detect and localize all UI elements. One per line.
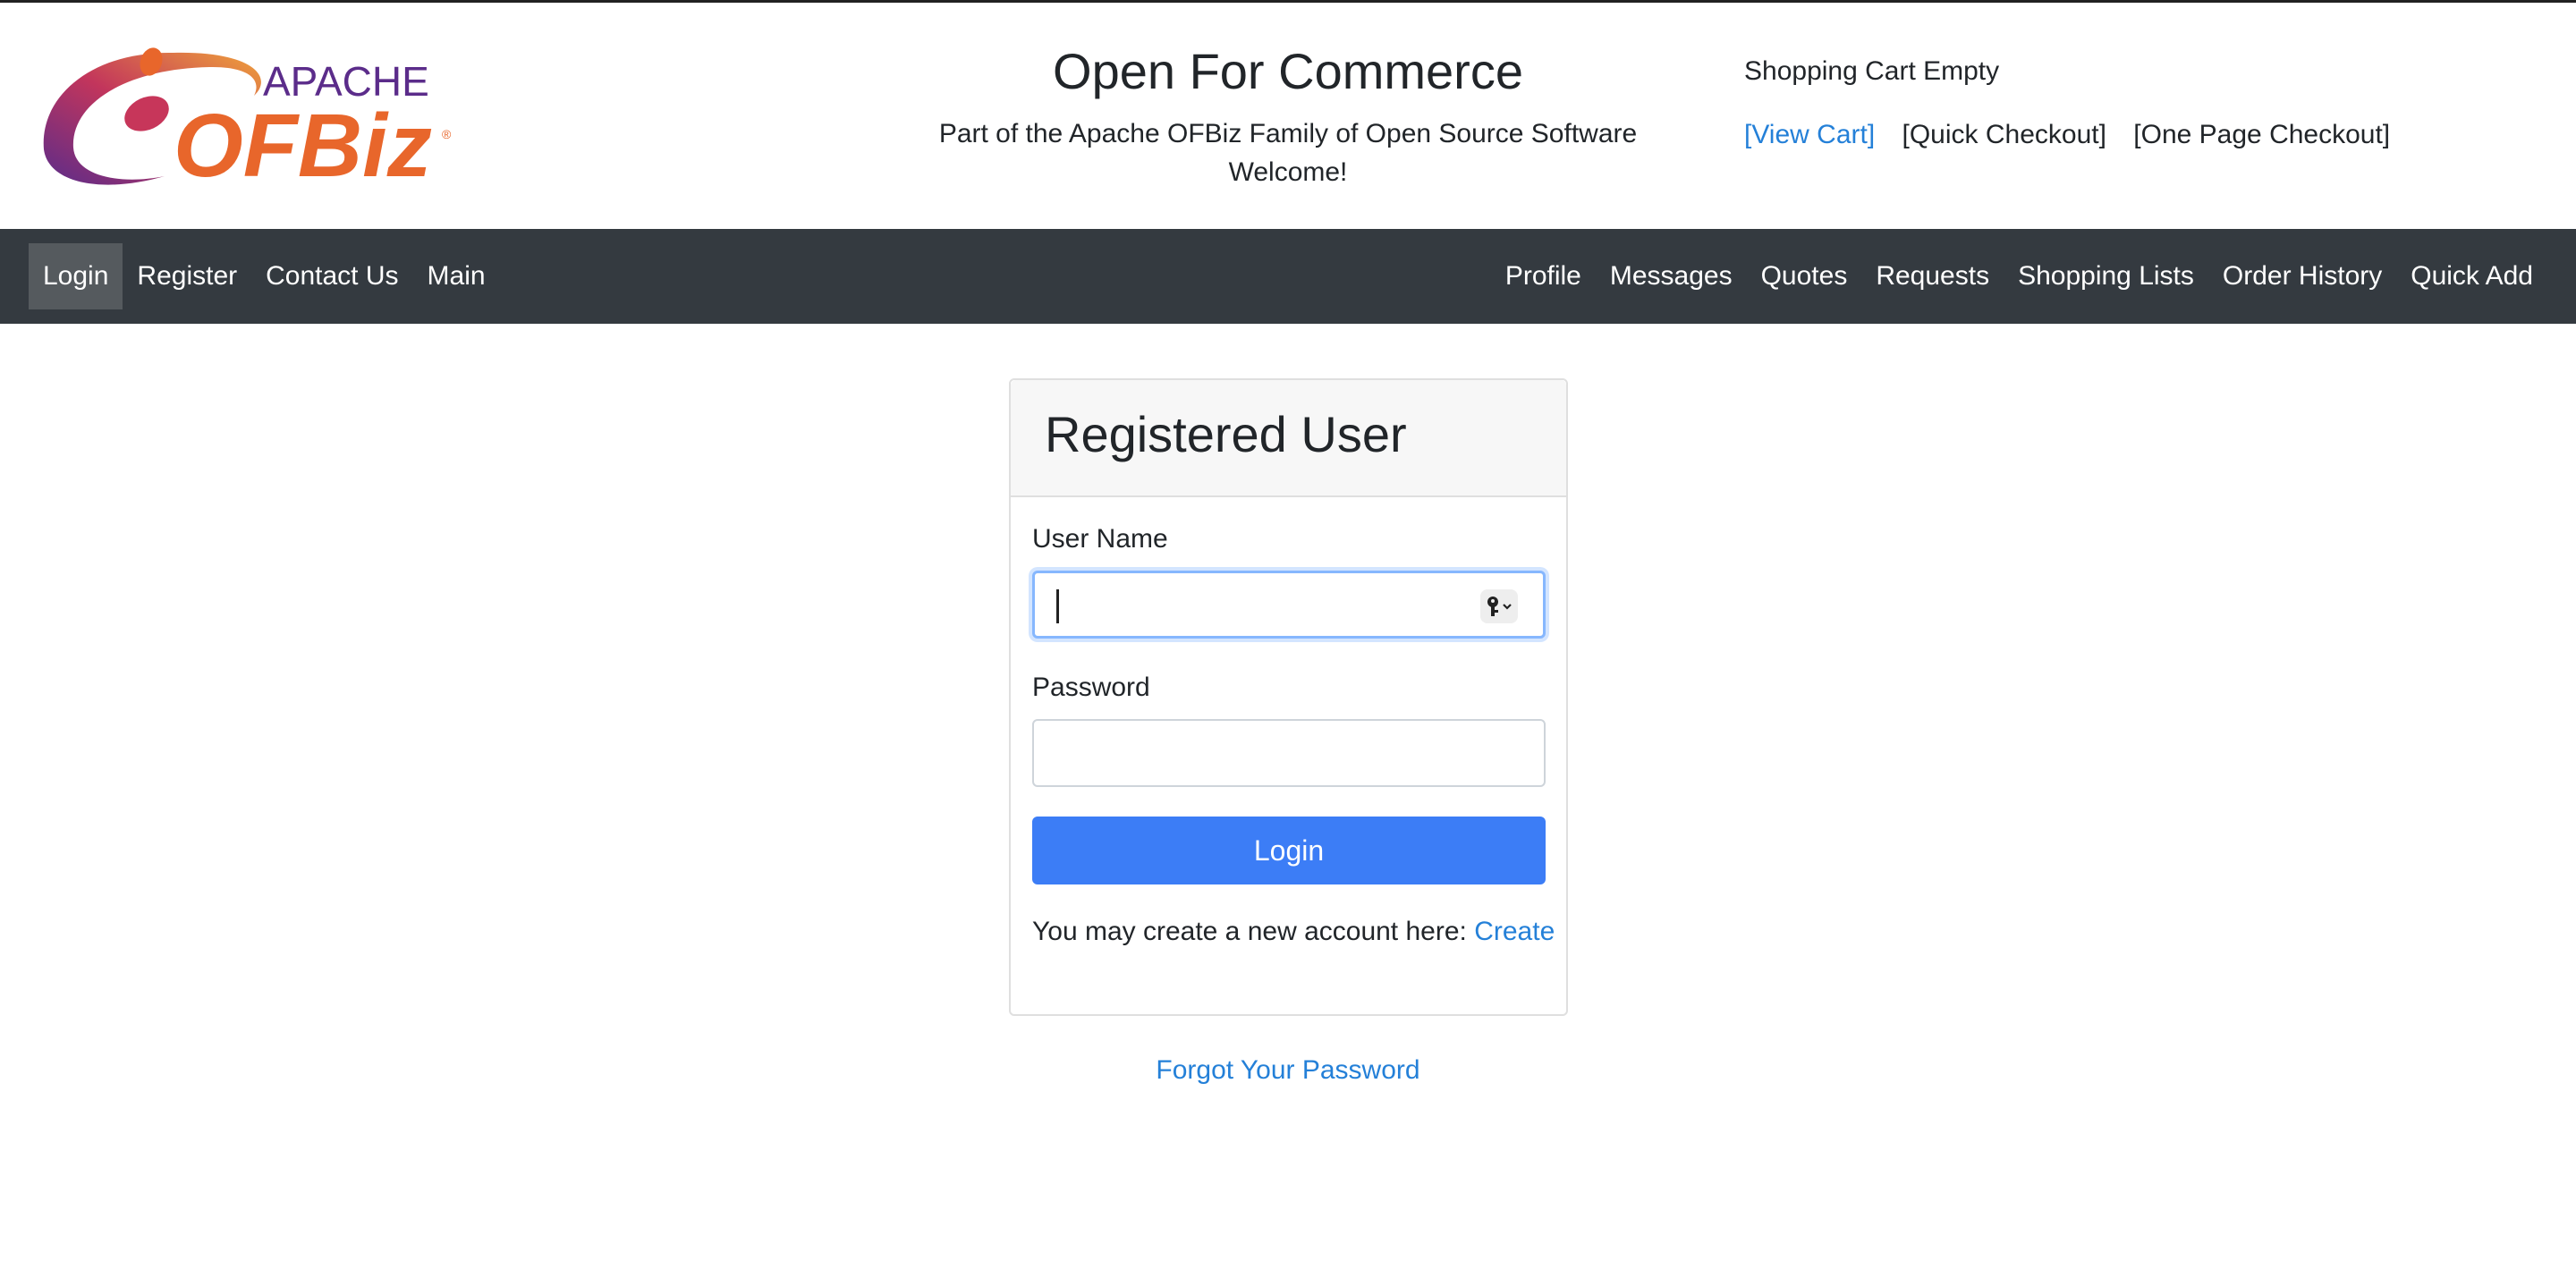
quick-checkout-link[interactable]: [Quick Checkout] — [1902, 120, 2106, 149]
nav-contact-us[interactable]: Contact Us — [251, 243, 412, 309]
main-navbar: Login Register Contact Us Main Profile M… — [0, 229, 2576, 324]
tagline-text: Part of the Apache OFBiz Family of Open … — [938, 119, 1638, 148]
nav-main[interactable]: Main — [413, 243, 500, 309]
forgot-password-row: Forgot Your Password — [0, 1055, 2576, 1086]
tagline: Part of the Apache OFBiz Family of Open … — [930, 114, 1646, 191]
site-header: APACHE OFBiz ® Open For Commerce Part of… — [0, 3, 2576, 229]
nav-messages[interactable]: Messages — [1596, 243, 1747, 309]
forgot-password-link[interactable]: Forgot Your Password — [1156, 1055, 1419, 1085]
password-label: Password — [1032, 673, 1150, 702]
site-title: Open For Commerce — [1053, 43, 1523, 99]
login-button[interactable]: Login — [1032, 817, 1546, 884]
cart-status: Shopping Cart Empty — [1744, 56, 2000, 86]
welcome-text: Welcome! — [1228, 157, 1348, 187]
login-card-title: Registered User — [1045, 406, 1407, 462]
nav-shopping-lists[interactable]: Shopping Lists — [2004, 243, 2208, 309]
view-cart-link[interactable]: [View Cart] — [1744, 120, 1875, 149]
key-icon — [1487, 597, 1512, 616]
registered-mark: ® — [442, 127, 452, 141]
login-card-header: Registered User — [1011, 380, 1566, 497]
create-account-row: You may create a new account here: Creat… — [1032, 917, 1555, 947]
password-input[interactable] — [1032, 719, 1546, 787]
nav-right: Profile Messages Quotes Requests Shoppin… — [1491, 243, 2547, 309]
nav-register[interactable]: Register — [123, 243, 251, 309]
text-caret — [1056, 589, 1059, 623]
nav-requests[interactable]: Requests — [1861, 243, 2004, 309]
username-input[interactable] — [1032, 571, 1546, 639]
login-card: Registered User User Name Password Login… — [1009, 378, 1568, 1016]
create-account-link[interactable]: Create — [1474, 917, 1555, 946]
logo-ofbiz-text: OFBiz — [174, 96, 432, 194]
nav-quick-add[interactable]: Quick Add — [2396, 243, 2547, 309]
nav-quotes[interactable]: Quotes — [1747, 243, 1862, 309]
username-label: User Name — [1032, 524, 1168, 554]
one-page-checkout-link[interactable]: [One Page Checkout] — [2133, 120, 2390, 149]
nav-order-history[interactable]: Order History — [2208, 243, 2396, 309]
cart-links: [View Cart] [Quick Checkout] [One Page C… — [1744, 120, 2410, 150]
nav-login[interactable]: Login — [29, 243, 123, 309]
create-account-prompt: You may create a new account here: — [1032, 917, 1467, 946]
nav-left: Login Register Contact Us Main — [29, 243, 500, 309]
nav-profile[interactable]: Profile — [1491, 243, 1596, 309]
password-manager-key-icon[interactable] — [1480, 589, 1518, 623]
